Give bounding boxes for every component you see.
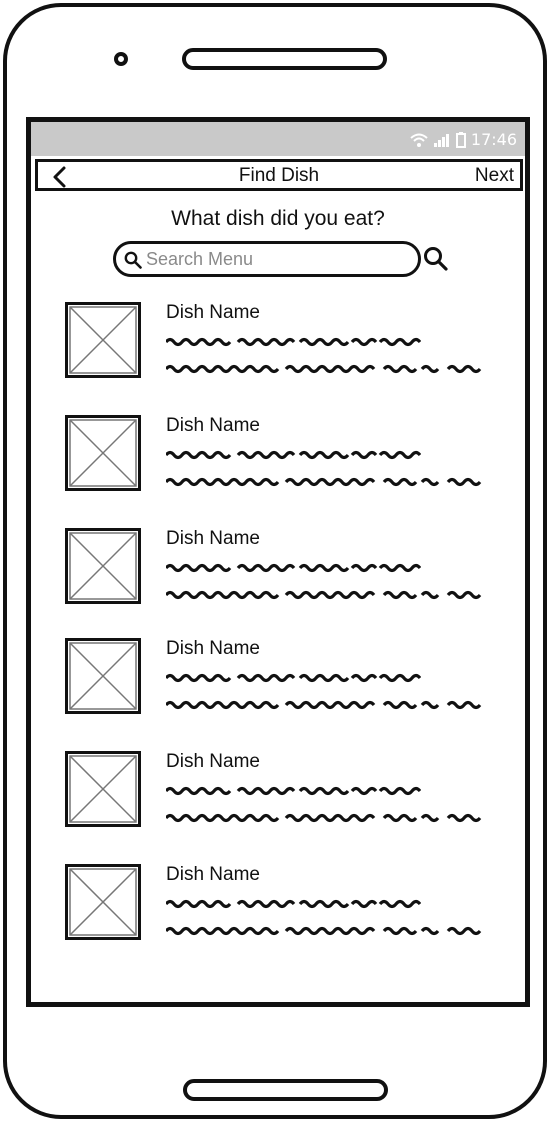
battery-icon	[455, 131, 466, 148]
speaker-grille	[182, 48, 387, 70]
search-input[interactable]	[146, 246, 406, 272]
dish-name: Dish Name	[166, 638, 260, 659]
description-scribble	[166, 335, 421, 349]
image-placeholder-icon	[65, 638, 141, 714]
image-placeholder-icon	[65, 302, 141, 378]
list-item[interactable]: Dish Name	[31, 415, 525, 515]
list-item[interactable]: Dish Name	[31, 528, 525, 628]
prompt-heading: What dish did you eat?	[171, 207, 385, 230]
description-scribble	[166, 924, 486, 938]
dish-name: Dish Name	[166, 751, 260, 772]
screen: 17:46 Find Dish Next What dish did you e…	[26, 117, 530, 1007]
image-placeholder-icon	[65, 415, 141, 491]
search-box[interactable]	[113, 241, 421, 277]
list-item[interactable]: Dish Name	[31, 864, 525, 964]
search-icon	[124, 251, 142, 269]
list-item[interactable]: Dish Name	[31, 638, 525, 738]
home-button[interactable]	[183, 1079, 388, 1101]
next-button[interactable]: Next	[475, 165, 514, 187]
status-time: 17:46	[470, 130, 517, 149]
image-placeholder-icon	[65, 864, 141, 940]
description-scribble	[166, 561, 421, 575]
description-scribble	[166, 362, 486, 376]
image-placeholder-icon	[65, 528, 141, 604]
image-placeholder-icon	[65, 751, 141, 827]
description-scribble	[166, 671, 421, 685]
dish-name: Dish Name	[166, 302, 260, 323]
dish-name: Dish Name	[166, 415, 260, 436]
description-scribble	[166, 784, 421, 798]
description-scribble	[166, 475, 486, 489]
nav-bar: Find Dish Next	[35, 159, 523, 191]
description-scribble	[166, 588, 486, 602]
description-scribble	[166, 897, 421, 911]
wifi-icon	[410, 132, 428, 148]
list-item[interactable]: Dish Name	[31, 751, 525, 851]
page-title: Find Dish	[238, 165, 320, 186]
camera-icon	[114, 52, 128, 66]
dish-name: Dish Name	[166, 528, 260, 549]
search-button-icon[interactable]	[423, 246, 449, 272]
description-scribble	[166, 448, 421, 462]
list-item[interactable]: Dish Name	[31, 302, 525, 402]
description-scribble	[166, 811, 486, 825]
status-bar: 17:46	[31, 122, 525, 156]
signal-icon	[433, 132, 451, 148]
dish-name: Dish Name	[166, 864, 260, 885]
description-scribble	[166, 698, 486, 712]
